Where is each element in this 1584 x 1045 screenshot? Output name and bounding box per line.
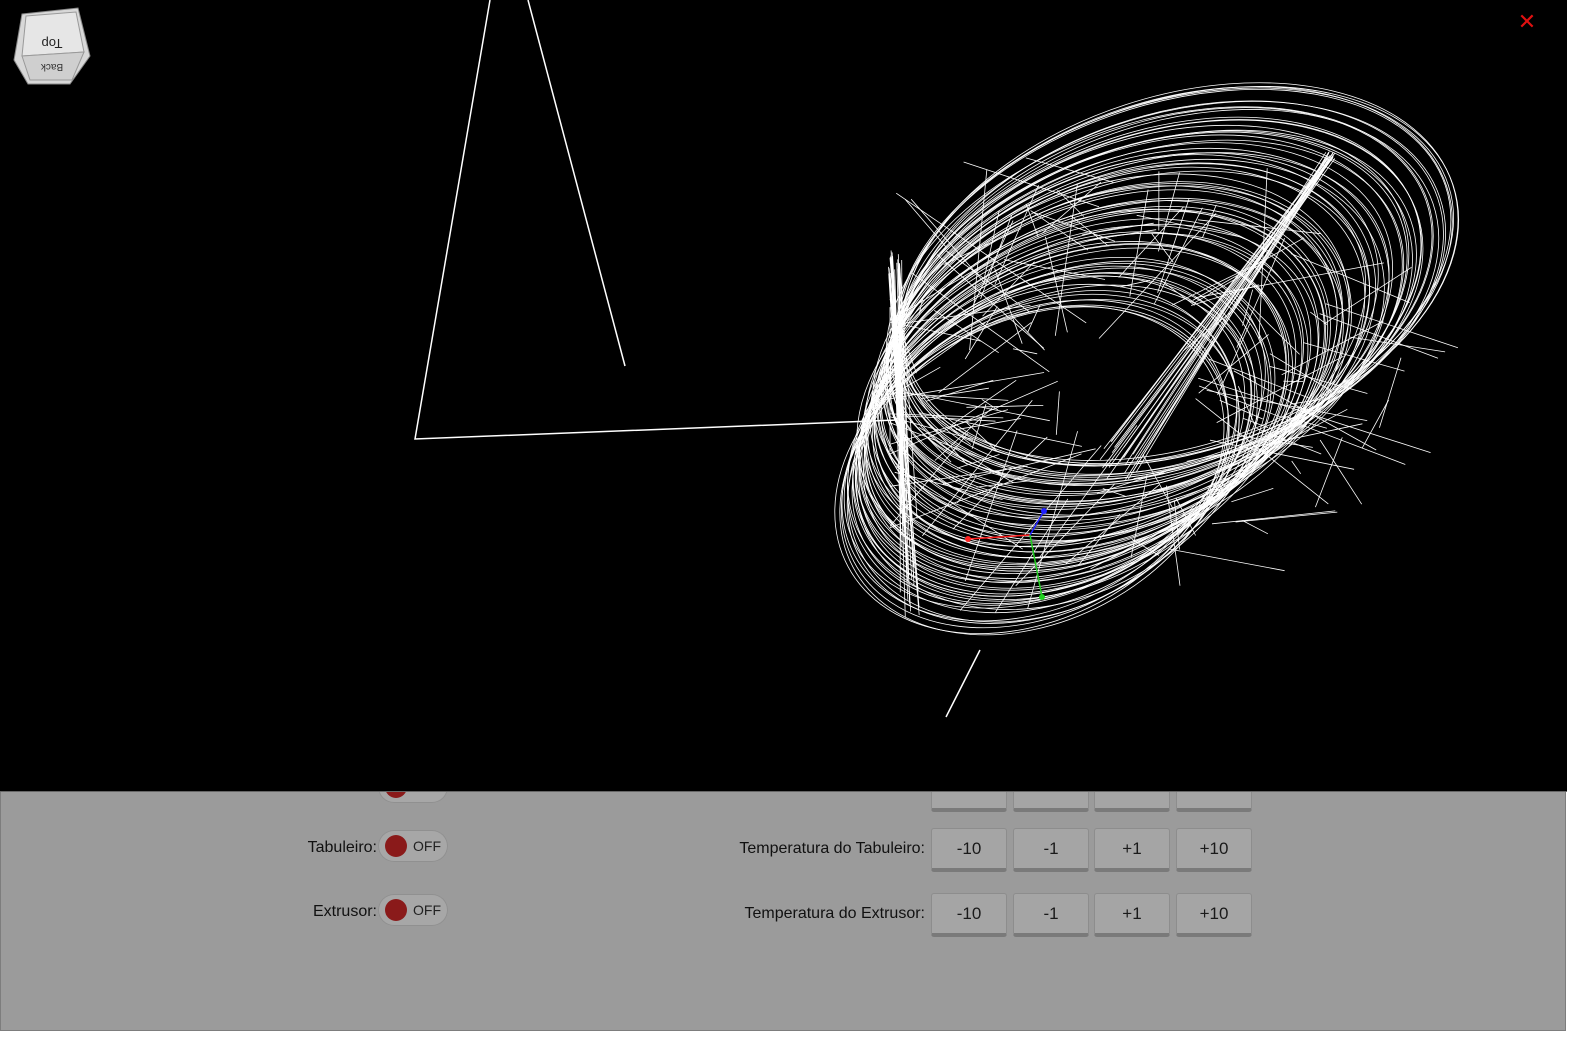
bed-temp-minus-1-button[interactable]: -1 <box>1013 828 1089 872</box>
bed-temp-minus-10-button[interactable]: -10 <box>931 828 1007 872</box>
extruder-power-toggle[interactable]: OFF <box>378 894 448 926</box>
build-volume-edge <box>945 649 981 718</box>
toolpath-travel <box>1129 189 1149 297</box>
hidden-temp-button[interactable] <box>1094 792 1170 812</box>
toolpath-travel <box>1012 348 1038 355</box>
toolpath-travel <box>955 418 1021 431</box>
toolpath-layer <box>891 119 1422 485</box>
toolpath-travel <box>1024 436 1048 459</box>
build-volume-edge <box>527 0 626 367</box>
bed-switch-label: Tabuleiro: <box>307 839 377 856</box>
toolpath-travel <box>1090 513 1194 570</box>
app-window: Tabuleiro: OFF Extrusor: OFF Temperatura… <box>0 0 1584 1045</box>
view-cube-top-label: Top <box>42 36 63 51</box>
toolpath-travel <box>1045 236 1068 333</box>
bed-temperature-label: Temperatura do Tabuleiro: <box>739 840 925 857</box>
toolpath-travel <box>1211 510 1336 525</box>
toolpath-travel <box>1242 520 1269 535</box>
toggle-knob-off <box>385 899 407 921</box>
bed-temp-plus-10-button[interactable]: +10 <box>1176 828 1252 872</box>
toolpath-travel <box>1291 460 1302 475</box>
toolpath-layer <box>878 158 1385 529</box>
toolpath-travel <box>1217 323 1251 396</box>
toolpath-canvas[interactable]: Top Back <box>0 0 1567 791</box>
toolpath-travel <box>1315 437 1343 508</box>
bed-temp-plus-1-button[interactable]: +1 <box>1094 828 1170 872</box>
toolpath-travel <box>1379 357 1402 428</box>
close-icon[interactable]: ✕ <box>1514 10 1540 36</box>
extruder-temp-plus-1-button[interactable]: +1 <box>1094 893 1170 937</box>
toggle-knob-off <box>385 835 407 857</box>
toolpath-travel <box>938 322 1032 394</box>
toolpath-travel <box>1192 237 1305 301</box>
toolpath-travel <box>1055 391 1060 435</box>
hidden-temp-button[interactable] <box>931 792 1007 812</box>
toolpath-travel <box>1231 488 1274 503</box>
x-axis-tip <box>965 536 971 542</box>
hidden-temp-button[interactable] <box>1013 792 1089 812</box>
toolpath-travel <box>1011 314 1045 351</box>
extruder-temp-plus-10-button[interactable]: +10 <box>1176 893 1252 937</box>
printed-object-toolpath <box>834 82 1460 636</box>
toolpath-travel <box>1319 439 1363 505</box>
toolpath-travel <box>1235 511 1338 523</box>
toolpath-travel <box>1350 336 1446 353</box>
gcode-3d-viewer[interactable]: Top Back ✕ <box>0 0 1567 792</box>
build-volume-edge <box>414 0 898 440</box>
toolpath-travel <box>1168 548 1285 572</box>
extruder-switch-label: Extrusor: <box>312 903 377 920</box>
toolpath-travel <box>1361 399 1389 449</box>
toolpath-travel <box>1027 431 1078 609</box>
toolpath-layer <box>886 142 1393 505</box>
extruder-temperature-label: Temperatura do Extrusor: <box>744 905 925 922</box>
y-axis-tip <box>1039 594 1045 600</box>
toolpath-layer <box>897 119 1424 486</box>
extruder-temp-minus-1-button[interactable]: -1 <box>1013 893 1089 937</box>
toolpath-travel <box>1269 353 1332 392</box>
z-axis-tip <box>1041 508 1047 514</box>
toolpath-travel <box>1143 455 1174 510</box>
toggle-state-text: OFF <box>413 838 441 854</box>
toolpath-travel <box>911 272 1050 373</box>
toolpath-travel <box>1303 342 1405 372</box>
origin-axes-gizmo <box>965 508 1047 600</box>
toolpath-travel <box>1118 206 1185 278</box>
extruder-temp-minus-10-button[interactable]: -10 <box>931 893 1007 937</box>
hidden-temp-button[interactable] <box>1176 792 1252 812</box>
toolpath-layer <box>886 134 1403 505</box>
view-cube-back-label: Back <box>40 61 63 72</box>
z-axis <box>1029 510 1045 536</box>
view-cube[interactable]: Top Back <box>13 7 91 85</box>
toolpath-travel <box>1158 172 1180 252</box>
bed-power-toggle[interactable]: OFF <box>378 830 448 862</box>
toggle-state-text: OFF <box>413 902 441 918</box>
